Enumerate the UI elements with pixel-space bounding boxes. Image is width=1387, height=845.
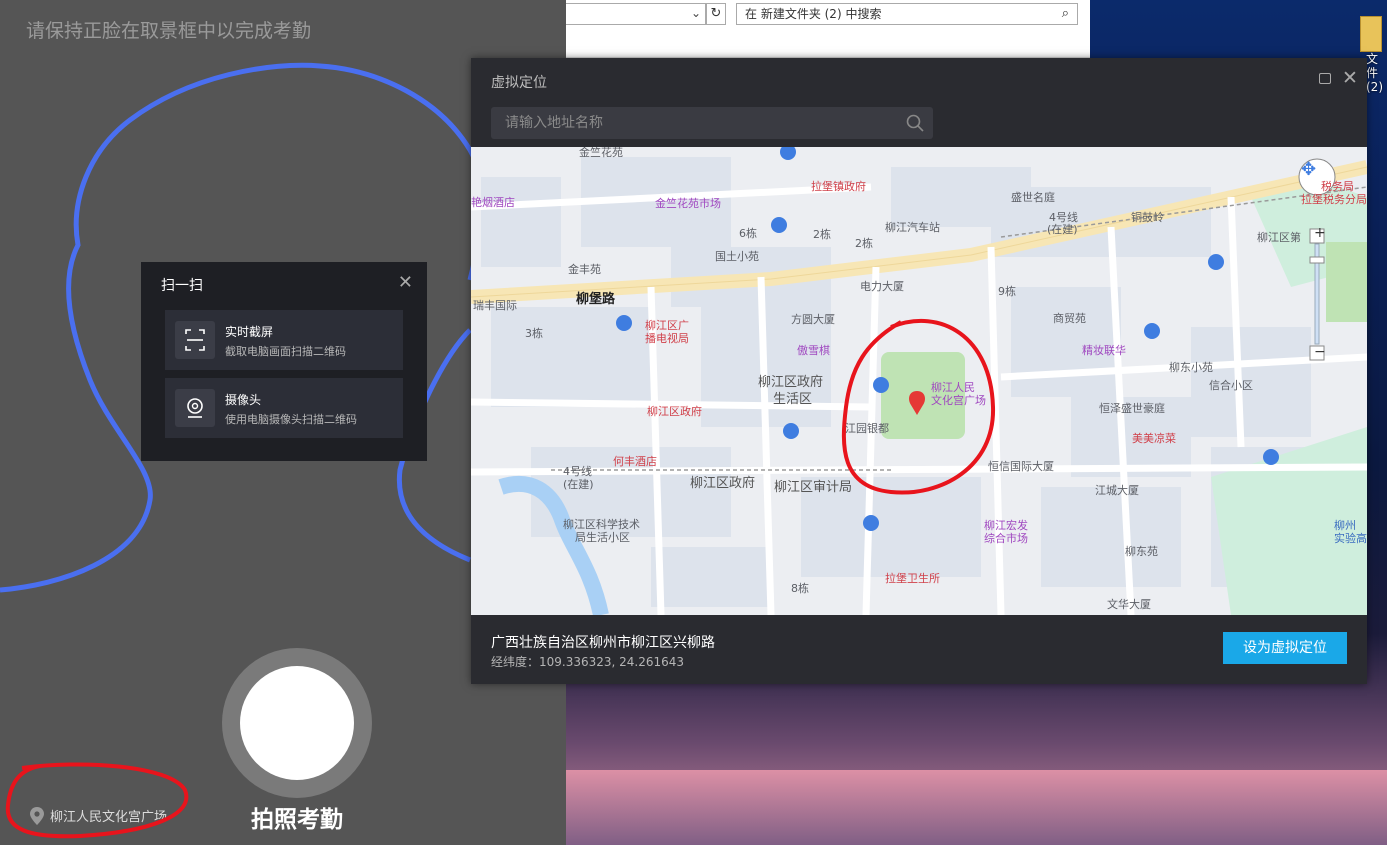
selected-coordinates: 经纬度：109.336323, 24.261643 (491, 655, 685, 669)
map-label: 3栋 (525, 327, 543, 340)
refresh-button[interactable]: ↻ (706, 3, 726, 25)
location-pin-icon (30, 806, 44, 825)
attendance-tip: 请保持正脸在取景框中以完成考勤 (26, 20, 312, 42)
scan-option-webcam[interactable]: 摄像头 使用电脑摄像头扫描二维码 (165, 378, 403, 438)
explorer-search-input[interactable]: 在 新建文件夹 (2) 中搜索 ⌕ (736, 3, 1078, 25)
scan-option-title: 摄像头 (225, 393, 262, 407)
capture-button-label[interactable]: 拍照考勤 (222, 800, 372, 834)
dialog-title: 虚拟定位 (491, 75, 547, 91)
capture-button[interactable] (222, 648, 372, 798)
explorer-search-placeholder: 在 新建文件夹 (2) 中搜索 (745, 7, 882, 21)
zoom-in-button[interactable]: + (1314, 225, 1326, 241)
scan-option-title: 实时截屏 (225, 325, 274, 339)
map-label: 2栋 (855, 237, 873, 250)
map-label: 方圆大厦 (791, 313, 835, 326)
map-road-label: 柳堡路 (576, 292, 616, 307)
map-label: 江园银都 (845, 422, 889, 435)
map-label: 美美凉菜 (1132, 432, 1176, 445)
current-location-badge[interactable]: 柳江人民文化宫广场 (30, 806, 167, 825)
map-label: 铜鼓岭 (1131, 211, 1164, 224)
map-label: 盛世名庭 (1011, 191, 1055, 204)
current-location-label: 柳江人民文化宫广场 (50, 810, 168, 825)
map-label: 柳东苑 (1125, 545, 1158, 558)
map-label: 恒信国际大厦 (988, 460, 1054, 473)
map-label: 柳江区审计局 (774, 480, 853, 495)
map-label: 拉堡卫生所 (885, 572, 940, 585)
map-label: 综合市场 (984, 532, 1028, 545)
chevron-down-icon[interactable]: ⌄ (691, 6, 701, 20)
map-label: 金竺花苑 (579, 147, 623, 159)
desktop-wallpaper-horizon (566, 770, 1387, 845)
map-label: 文化宫广场 (931, 394, 986, 407)
map-label: 局生活小区 (575, 531, 630, 544)
map-label: (在建) (1047, 223, 1078, 236)
set-virtual-location-button[interactable]: 设为虚拟定位 (1223, 632, 1347, 664)
selected-address: 广西壮族自治区柳州市柳江区兴柳路 (491, 635, 715, 651)
map-label: 生活区 (773, 392, 813, 407)
map-label: 6栋 (739, 227, 757, 240)
scan-popup: 扫一扫 ✕ 实时截屏 截取电脑画面扫描二维码 摄像头 使用电脑摄像头扫描二维码 (141, 262, 427, 461)
webcam-icon (175, 389, 215, 427)
scan-option-subtitle: 截取电脑画面扫描二维码 (225, 345, 346, 358)
map-label: 江城大厦 (1095, 484, 1139, 497)
map-label: 2栋 (813, 228, 831, 241)
map-label: 何丰酒店 (613, 455, 657, 468)
map-label: 柳东小苑 (1169, 361, 1213, 374)
scan-option-screen-capture[interactable]: 实时截屏 截取电脑画面扫描二维码 (165, 310, 403, 370)
map-label: 文华大厦 (1107, 598, 1151, 611)
map-label: 柳江区第 (1257, 231, 1301, 244)
virtual-location-dialog: 虚拟定位 ✕ 请输入地址名称 ✥ + − 金竺花苑 拉堡镇政府 盛世名庭 税务局… (471, 58, 1367, 684)
map-label: 瑞丰国际 (473, 299, 517, 312)
map-label: 拉堡镇政府 (811, 180, 866, 193)
address-search-input[interactable] (505, 114, 895, 132)
file-explorer-window: ⌄ ↻ 在 新建文件夹 (2) 中搜索 ⌕ (566, 0, 1090, 58)
map-pan-control[interactable]: ✥ (1301, 159, 1316, 180)
map-label: 9栋 (998, 285, 1016, 298)
map-label: 金竺花苑市场 (655, 197, 721, 210)
map-label: 拉堡税务分局 (1301, 193, 1367, 206)
map-label: 8栋 (791, 582, 809, 595)
map-label: 电力大厦 (860, 280, 904, 293)
map-label: 艳烟酒店 (471, 196, 515, 209)
address-combo[interactable]: ⌄ (566, 3, 706, 25)
map-view[interactable]: ✥ + − 金竺花苑 拉堡镇政府 盛世名庭 税务局 拉堡税务分局 艳烟酒店 金竺… (471, 147, 1367, 615)
folder-icon (1360, 16, 1382, 52)
map-label: 柳江区政府 (647, 405, 702, 418)
map-label: 傲雪棋 (797, 344, 830, 357)
maximize-icon[interactable] (1319, 73, 1331, 84)
map-label: 国土小苑 (715, 250, 759, 263)
map-label: 商贸苑 (1053, 312, 1086, 325)
close-icon[interactable]: ✕ (1342, 67, 1358, 89)
map-label: 播电视局 (645, 332, 689, 345)
map-label: 实验高 (1334, 532, 1367, 545)
map-label: 金丰苑 (568, 263, 601, 276)
address-search-box[interactable] (491, 107, 933, 139)
screen-capture-icon (175, 321, 215, 359)
map-label: 柳江区政府 (690, 476, 756, 491)
map-label: 信合小区 (1209, 379, 1253, 392)
close-icon[interactable]: ✕ (398, 272, 413, 293)
zoom-out-button[interactable]: − (1314, 344, 1326, 360)
map-label: 精妆联华 (1082, 344, 1126, 357)
scan-popup-title: 扫一扫 (161, 278, 203, 294)
search-icon[interactable] (905, 113, 925, 133)
map-label: 恒泽盛世豪庭 (1099, 402, 1165, 415)
capture-button-inner[interactable] (240, 666, 354, 780)
search-icon[interactable]: ⌕ (1062, 4, 1069, 24)
scan-option-subtitle: 使用电脑摄像头扫描二维码 (225, 413, 357, 426)
map-label: (在建) (563, 478, 594, 491)
map-label: 柳江汽车站 (885, 221, 940, 234)
